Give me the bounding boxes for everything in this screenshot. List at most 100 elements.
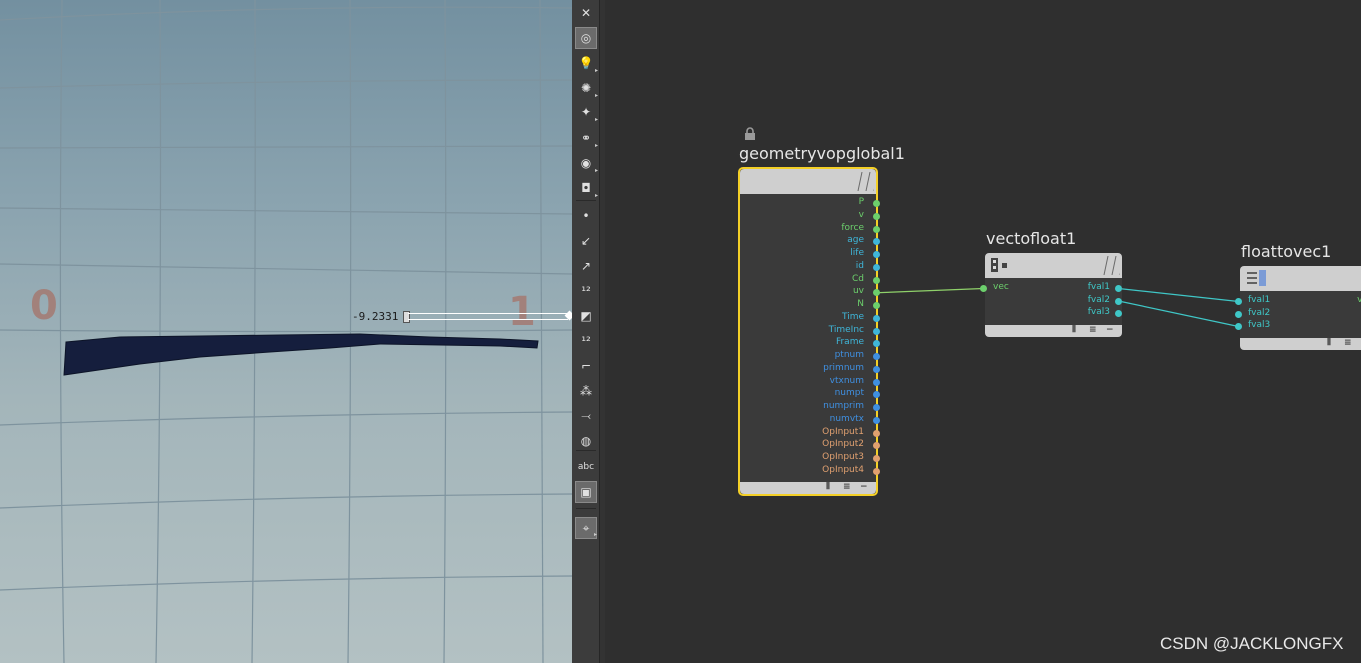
output-port[interactable] <box>873 263 880 271</box>
visibility-eye-icon[interactable]: ◉ ▸ <box>575 152 598 174</box>
node-floattovec[interactable]: ⦀≡− fval1fval2fval3ve <box>1235 266 1361 350</box>
output-label: OpInput4 <box>822 464 864 475</box>
primitive-icon-glyph: ◩ <box>580 309 592 323</box>
output-port[interactable] <box>873 302 880 309</box>
menu-icon[interactable]: ≡ <box>1089 325 1097 335</box>
collapse-icon[interactable]: − <box>1106 325 1114 335</box>
primitive-number-icon[interactable]: ¹² <box>575 330 597 352</box>
uv-one-label: 1 <box>508 289 536 335</box>
submenu-arrow-icon: ▸ <box>594 92 598 99</box>
normal-icon[interactable]: ↗ <box>575 255 597 277</box>
text-label-icon[interactable]: abc <box>575 456 597 478</box>
output-port[interactable] <box>873 467 880 475</box>
output-port[interactable] <box>873 225 880 233</box>
output-port[interactable] <box>1115 285 1122 292</box>
uv-origin-label: 0 <box>30 283 58 329</box>
output-port[interactable] <box>873 404 880 411</box>
slider-track[interactable] <box>408 313 568 320</box>
wire-uv-to-vec[interactable] <box>876 287 984 294</box>
node-footer[interactable]: ⦀ ≡− <box>740 482 876 494</box>
primitive-icon[interactable]: ◩ <box>575 305 597 327</box>
edge-icon[interactable]: ⌐ <box>575 355 597 377</box>
input-label: fval1 <box>1248 295 1271 305</box>
vector-icon[interactable]: ↙ <box>575 230 597 252</box>
output-port[interactable] <box>1115 297 1122 305</box>
light-rig-icon-glyph: ✦ <box>580 105 592 119</box>
toolbar-separator <box>576 508 596 509</box>
input-port[interactable] <box>980 285 987 292</box>
submenu-arrow-icon: ▸ <box>593 531 597 538</box>
normal-icon-glyph: ↗ <box>580 259 592 273</box>
node-header[interactable] <box>985 253 1122 278</box>
background-image-icon[interactable]: ▣ <box>575 481 597 503</box>
output-port[interactable] <box>873 276 880 284</box>
camera-icon[interactable]: ◘ ▸ <box>575 177 598 199</box>
light-rig-icon[interactable]: ✦ ▸ <box>575 101 598 123</box>
light-icon-glyph: 💡 <box>578 56 594 70</box>
output-port[interactable] <box>873 353 880 360</box>
node-header[interactable] <box>1240 266 1361 291</box>
output-label: age <box>847 235 864 246</box>
network-editor[interactable]: geometryvopglobal1 ⦀ ≡ − Pv force age life id C… <box>605 0 1361 663</box>
watermark: CSDN @JACKLONGFX <box>1160 634 1344 653</box>
submenu-arrow-icon: ▸ <box>594 192 598 199</box>
output-port[interactable] <box>873 429 880 437</box>
background-image-icon-glyph: ▣ <box>580 485 592 499</box>
map-pin-icon[interactable]: ⌖ ▸ <box>575 517 597 539</box>
output-port[interactable] <box>873 200 880 207</box>
value-readout: -9.2331 <box>352 310 399 323</box>
output-port[interactable] <box>873 455 880 462</box>
output-label: force <box>841 222 864 233</box>
menu-icon[interactable]: ≡ <box>1344 338 1352 348</box>
close-icon[interactable]: ✕ <box>575 2 597 24</box>
lock-icon[interactable] <box>743 127 757 140</box>
output-port[interactable] <box>873 251 880 258</box>
output-label: ve <box>1357 295 1361 305</box>
wire-fval2-to-fval3[interactable] <box>1118 300 1239 328</box>
input-port[interactable] <box>1235 310 1242 318</box>
vector-icon-glyph: ↙ <box>580 234 592 248</box>
output-port[interactable] <box>873 378 880 386</box>
branch-icon[interactable]: ⤙ <box>575 405 597 427</box>
output-port[interactable] <box>873 314 880 322</box>
node-vectofloat[interactable]: ⦀ ≡ − vec fval1 fval2 fval3 <box>980 253 1122 337</box>
vector-merge-icon <box>1247 270 1266 286</box>
wire-fval1[interactable] <box>1118 287 1239 303</box>
point-icon[interactable]: • <box>575 205 597 227</box>
scene-viewport[interactable]: 0 1 -9.2331 <box>0 0 572 663</box>
input-port[interactable] <box>1235 298 1242 305</box>
info-icon[interactable]: ⦀ <box>1072 325 1076 335</box>
node-flags-icon[interactable] <box>1356 269 1361 288</box>
node-geometryvopglobal[interactable]: ⦀ ≡ − Pv force age life id Cd uv N Time TimeInc Fram… <box>738 167 880 496</box>
light-icon[interactable]: 💡 ▸ <box>575 52 598 74</box>
circle-display-icon[interactable]: ◍ <box>575 430 597 452</box>
vertex-group-icon[interactable]: ⚭ ▸ <box>575 127 598 149</box>
node-flags-icon[interactable] <box>852 172 874 191</box>
display-options-icon-glyph: ◎ <box>580 31 592 45</box>
menu-icon[interactable]: ≡ <box>843 482 851 492</box>
node-flags-icon[interactable] <box>1098 256 1120 275</box>
text-label-icon-glyph: abc <box>577 462 595 472</box>
output-port[interactable] <box>873 327 880 335</box>
output-label: fval2 <box>1087 294 1110 305</box>
node-footer[interactable]: ⦀≡− <box>1240 338 1361 350</box>
info-icon[interactable]: ⦀ <box>1327 338 1331 348</box>
collapse-icon[interactable]: − <box>860 482 868 492</box>
point-number-icon[interactable]: ¹² <box>575 280 597 302</box>
grid-points-icon[interactable]: ⁂ <box>575 380 597 402</box>
light-bulb-icon[interactable]: ✺ ▸ <box>575 77 598 99</box>
output-label: fval1 <box>1087 282 1110 292</box>
input-port[interactable] <box>1235 323 1242 330</box>
output-port[interactable] <box>873 365 880 373</box>
submenu-arrow-icon: ▸ <box>594 167 598 174</box>
info-icon[interactable]: ⦀ <box>826 482 830 492</box>
output-port[interactable] <box>1115 310 1122 317</box>
output-port[interactable] <box>873 212 880 220</box>
node-footer[interactable]: ⦀ ≡− <box>985 325 1122 337</box>
node-header[interactable] <box>740 169 876 194</box>
output-label: Cd <box>852 273 864 284</box>
circle-display-icon-glyph: ◍ <box>580 434 592 448</box>
display-options-icon[interactable]: ◎ <box>575 27 597 49</box>
output-port[interactable] <box>873 416 880 424</box>
point-number-icon-glyph: ¹² <box>581 284 591 298</box>
